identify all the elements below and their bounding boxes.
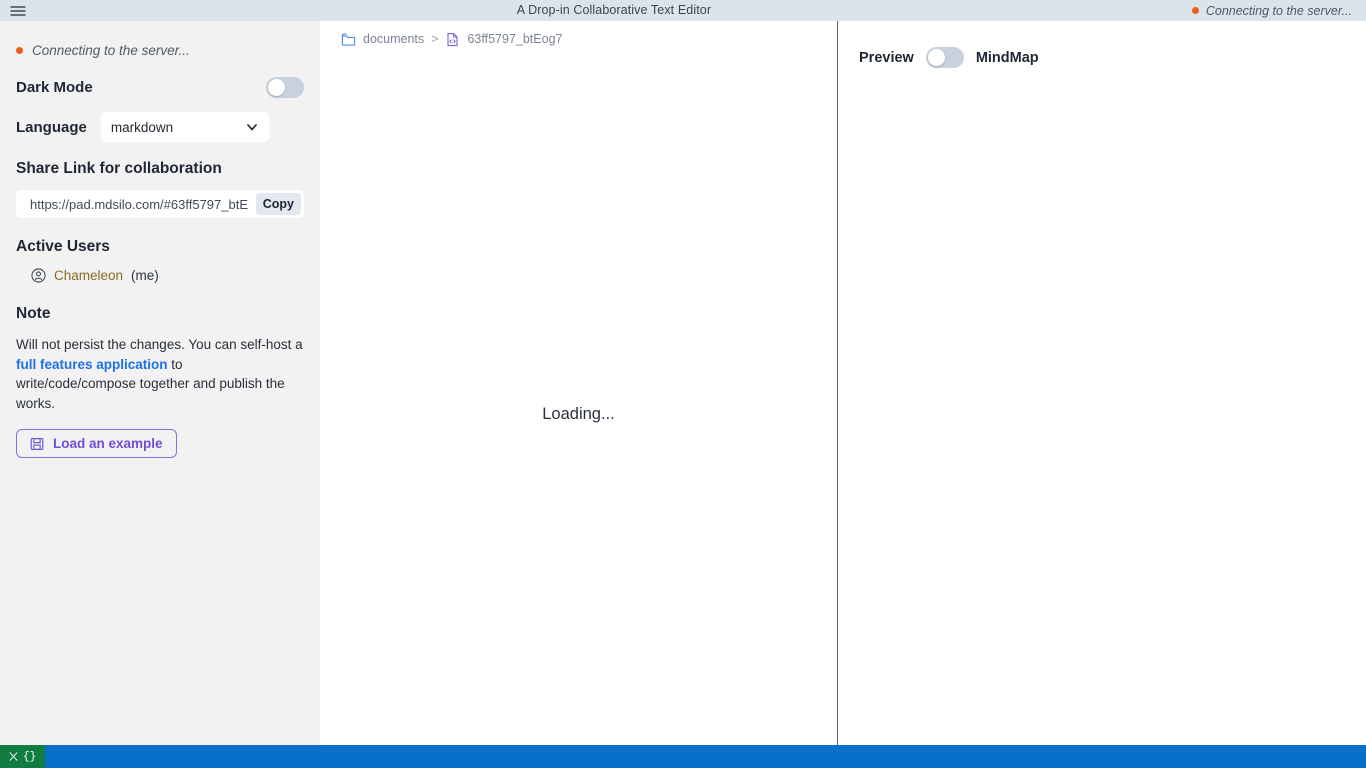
- folder-icon: [341, 33, 356, 46]
- full-features-application-link[interactable]: full features application: [16, 357, 168, 372]
- share-link-heading: Share Link for collaboration: [16, 160, 222, 177]
- copy-link-button[interactable]: Copy: [255, 193, 301, 215]
- note-heading: Note: [16, 305, 51, 322]
- language-select[interactable]: markdown: [100, 112, 269, 142]
- git-branch-icon: [9, 752, 18, 761]
- status-bar-branch-text: {}: [23, 750, 37, 763]
- preview-pane: Preview MindMap: [838, 21, 1366, 745]
- status-dot-icon: [1191, 7, 1199, 14]
- title-bar: A Drop-in Collaborative Text Editor Conn…: [0, 0, 1366, 21]
- status-bar: {}: [0, 745, 1366, 768]
- user-circle-icon: [31, 268, 46, 283]
- connection-status-titlebar: Connecting to the server...: [1191, 3, 1366, 18]
- save-disk-icon: [30, 437, 44, 450]
- preview-mode-switcher: Preview MindMap: [838, 21, 1366, 68]
- hamburger-menu-icon[interactable]: [0, 0, 36, 21]
- language-selected-value: markdown: [110, 119, 174, 135]
- active-user-name: Chameleon: [54, 268, 124, 283]
- status-dot-icon: [16, 46, 23, 54]
- breadcrumb-folder-label[interactable]: documents: [363, 32, 424, 46]
- load-example-button[interactable]: Load an example: [16, 429, 177, 458]
- breadcrumb-separator: >: [431, 32, 439, 46]
- sidebar-connection-text: Connecting to the server...: [32, 42, 190, 58]
- share-link-box: Copy: [16, 190, 304, 218]
- code-file-icon: [447, 32, 459, 46]
- share-link-input[interactable]: [16, 196, 256, 212]
- preview-mindmap-toggle[interactable]: [925, 47, 964, 68]
- breadcrumb: documents > 63ff5797_btEog7: [320, 21, 837, 50]
- language-label: Language: [16, 118, 87, 136]
- active-user-self-marker: (me): [131, 268, 159, 283]
- sidebar: Connecting to the server... Dark Mode La…: [0, 21, 320, 745]
- connection-status-text: Connecting to the server...: [1205, 3, 1352, 18]
- editor-loading-text: Loading...: [542, 405, 615, 423]
- preview-label: Preview: [859, 49, 914, 66]
- active-users-heading: Active Users: [16, 238, 110, 255]
- app-window: A Drop-in Collaborative Text Editor Conn…: [0, 0, 1366, 768]
- sidebar-connection-status: Connecting to the server...: [16, 37, 304, 63]
- window-title: A Drop-in Collaborative Text Editor: [516, 3, 712, 17]
- language-row: Language markdown: [16, 112, 304, 142]
- toggle-knob: [268, 79, 285, 96]
- active-user-item: Chameleon (me): [16, 268, 304, 283]
- status-bar-branch-item[interactable]: {}: [0, 745, 46, 768]
- load-example-label: Load an example: [53, 436, 163, 451]
- mindmap-label: MindMap: [975, 49, 1039, 66]
- breadcrumb-file-label[interactable]: 63ff5797_btEog7: [467, 32, 562, 46]
- dark-mode-toggle[interactable]: [266, 77, 304, 98]
- dark-mode-label: Dark Mode: [16, 79, 93, 96]
- editor-pane: documents > 63ff5797_btEog7 Loading...: [320, 21, 837, 745]
- note-body: Will not persist the changes. You can se…: [16, 335, 306, 413]
- dark-mode-row: Dark Mode: [16, 77, 304, 98]
- note-text-before: Will not persist the changes. You can se…: [16, 337, 303, 352]
- chevron-down-icon: [246, 124, 257, 131]
- toggle-knob: [927, 49, 945, 66]
